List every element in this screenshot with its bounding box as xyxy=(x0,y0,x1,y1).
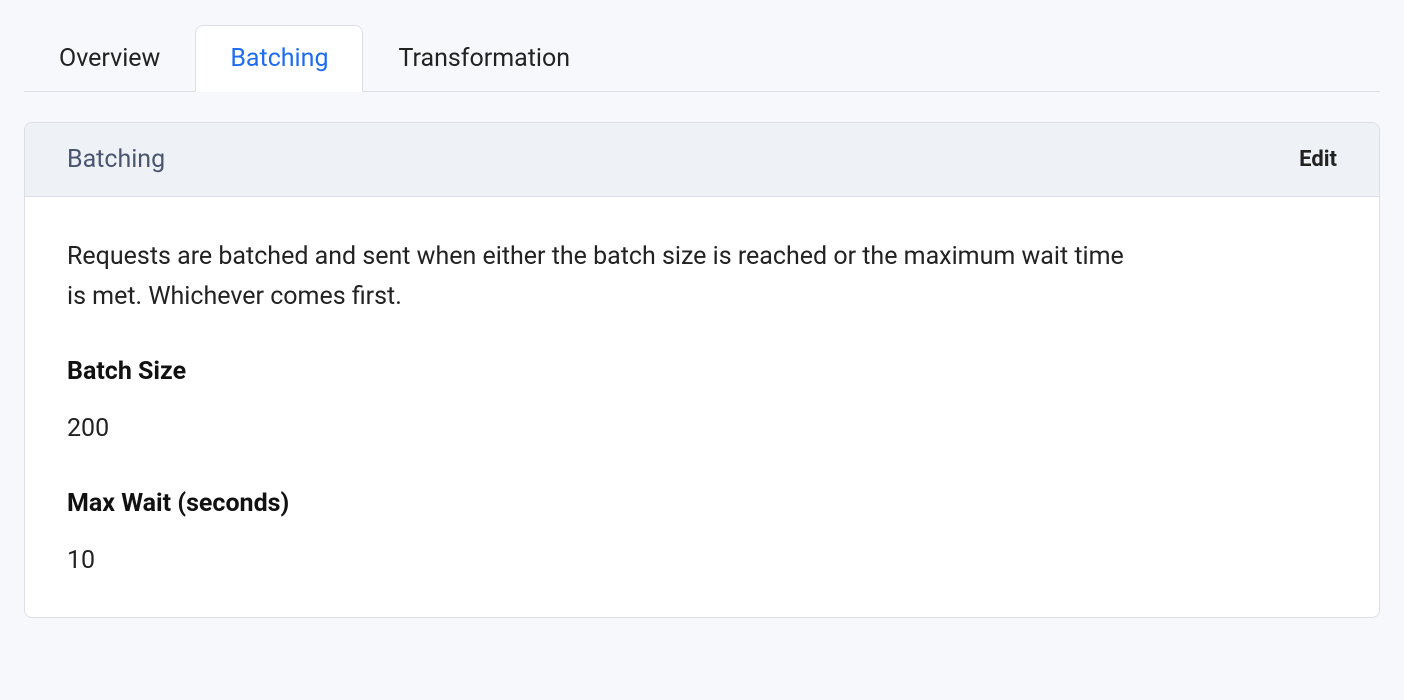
max-wait-value: 10 xyxy=(67,546,1337,575)
tab-overview[interactable]: Overview xyxy=(24,25,195,92)
card-body: Requests are batched and sent when eithe… xyxy=(25,197,1379,617)
tab-bar: Overview Batching Transformation xyxy=(24,24,1380,92)
card-title: Batching xyxy=(67,145,165,174)
batch-size-label: Batch Size xyxy=(67,357,1337,386)
max-wait-label: Max Wait (seconds) xyxy=(67,489,1337,518)
batching-card: Batching Edit Requests are batched and s… xyxy=(24,122,1380,618)
edit-button[interactable]: Edit xyxy=(1299,147,1337,172)
batch-size-value: 200 xyxy=(67,414,1337,443)
tab-transformation[interactable]: Transformation xyxy=(363,25,605,92)
batching-description: Requests are batched and sent when eithe… xyxy=(67,237,1127,317)
card-header: Batching Edit xyxy=(25,123,1379,197)
tab-batching[interactable]: Batching xyxy=(195,25,363,92)
